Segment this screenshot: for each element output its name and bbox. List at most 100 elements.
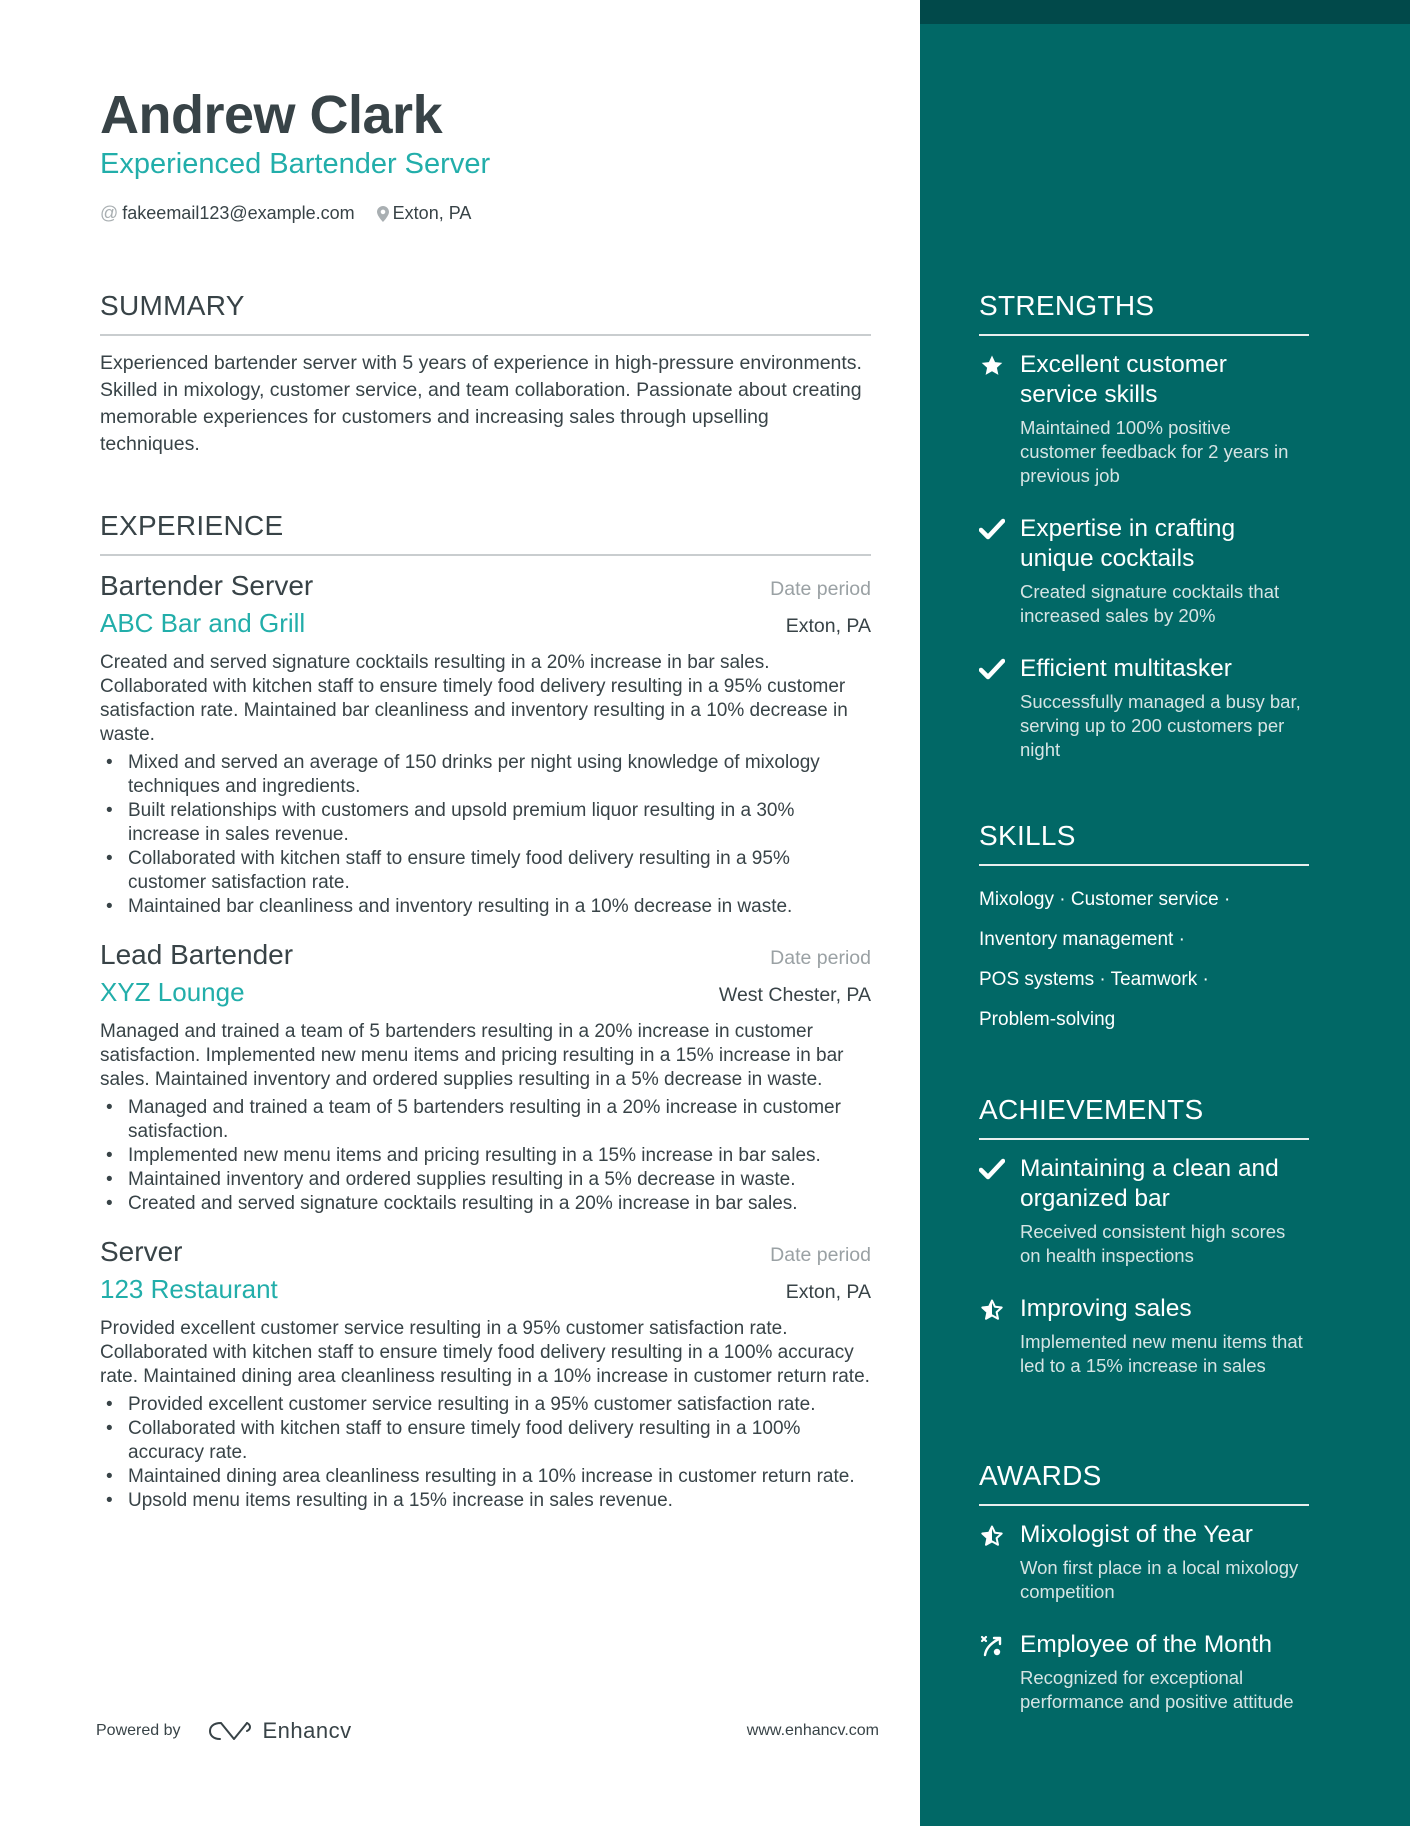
job-description: Managed and trained a team of 5 bartende… xyxy=(100,1021,844,1090)
sidebar: STRENGTHS Excellent customer service ski… xyxy=(920,0,1410,1826)
skills-line: Inventory management · xyxy=(979,929,1185,950)
strength-title: Efficient multitasker xyxy=(1020,655,1232,682)
job-location: Exton, PA xyxy=(785,615,871,637)
check-icon xyxy=(979,514,1020,628)
job-bullet: Managed and trained a team of 5 bartende… xyxy=(100,1096,871,1144)
job-title: Lead Bartender xyxy=(100,939,294,970)
job-entry: Bartender Server Date period ABC Bar and… xyxy=(100,570,871,919)
skills-divider xyxy=(979,864,1309,866)
job-bullet: Maintained bar cleanliness and inventory… xyxy=(100,895,871,919)
achievement-description: Implemented new menu items that led to a… xyxy=(1020,1331,1303,1376)
skills-line: Mixology · Customer service · xyxy=(979,889,1231,910)
awards-divider xyxy=(979,1504,1309,1506)
awards-section: AWARDS Mixologist of the Year Won first … xyxy=(979,1460,1309,1714)
job-bullet: Created and served signature cocktails r… xyxy=(100,1192,871,1216)
job-bullet: Maintained dining area cleanliness resul… xyxy=(100,1465,871,1489)
achievement-item: Improving sales Implemented new menu ite… xyxy=(979,1294,1309,1378)
job-bullet: Mixed and served an average of 150 drink… xyxy=(100,751,871,799)
job-bullet: Collaborated with kitchen staff to ensur… xyxy=(100,847,871,895)
email-text[interactable]: fakeemail123@example.com xyxy=(122,203,354,224)
summary-divider xyxy=(100,334,871,336)
powered-by-label: Powered by xyxy=(96,1722,181,1739)
job-bullet: Maintained inventory and ordered supplie… xyxy=(100,1168,871,1192)
award-item: Mixologist of the Year Won first place i… xyxy=(979,1520,1309,1604)
enhancv-brand-name: Enhancv xyxy=(262,1718,352,1743)
achievements-heading: ACHIEVEMENTS xyxy=(979,1094,1204,1125)
contact-email: @ fakeemail123@example.com xyxy=(100,203,355,224)
strengths-section: STRENGTHS Excellent customer service ski… xyxy=(979,290,1309,762)
job-date: Date period xyxy=(770,578,871,600)
achievement-item: Maintaining a clean and organized bar Re… xyxy=(979,1154,1309,1268)
candidate-name: Andrew Clark xyxy=(100,85,443,145)
check-icon xyxy=(979,654,1020,762)
enhancv-logo[interactable]: Enhancv xyxy=(207,1718,352,1744)
job-location: Exton, PA xyxy=(785,1281,871,1303)
check-icon xyxy=(979,1154,1020,1268)
footer-branding: Powered by Enhancv xyxy=(96,1718,352,1744)
job-bullet: Built relationships with customers and u… xyxy=(100,799,871,847)
strength-description: Successfully managed a busy bar, serving… xyxy=(1020,691,1301,760)
job-date: Date period xyxy=(770,1244,871,1266)
award-title: Employee of the Month xyxy=(1020,1631,1272,1658)
summary-heading: SUMMARY xyxy=(100,290,245,321)
achievements-divider xyxy=(979,1138,1309,1140)
contact-info: @ fakeemail123@example.com Exton, PA xyxy=(100,203,493,224)
job-entry: Server Date period 123 Restaurant Exton,… xyxy=(100,1236,871,1513)
strengths-heading: STRENGTHS xyxy=(979,290,1155,321)
summary-text: Experienced bartender server with 5 year… xyxy=(100,352,862,455)
candidate-headline: Experienced Bartender Server xyxy=(100,148,491,180)
strength-title: Expertise in crafting unique cocktails xyxy=(1020,515,1236,572)
at-icon: @ xyxy=(100,203,119,223)
strength-item: Efficient multitasker Successfully manag… xyxy=(979,654,1309,762)
location-text: Exton, PA xyxy=(392,203,472,223)
award-item: Employee of the Month Recognized for exc… xyxy=(979,1630,1309,1714)
strength-item: Excellent customer service skills Mainta… xyxy=(979,350,1309,488)
job-title: Bartender Server xyxy=(100,570,314,601)
achievement-title: Improving sales xyxy=(1020,1295,1192,1322)
achievement-description: Received consistent high scores on healt… xyxy=(1020,1221,1286,1266)
half-star-icon xyxy=(979,1520,1020,1604)
award-description: Won first place in a local mixology comp… xyxy=(1020,1557,1299,1602)
strategy-icon xyxy=(979,1630,1020,1714)
achievements-section: ACHIEVEMENTS Maintaining a clean and org… xyxy=(979,1094,1309,1378)
map-pin-icon xyxy=(376,205,389,222)
job-date: Date period xyxy=(770,947,871,969)
strengths-divider xyxy=(979,334,1309,336)
job-bullets: Provided excellent customer service resu… xyxy=(100,1393,871,1513)
half-star-icon xyxy=(979,1294,1020,1378)
experience-section: EXPERIENCE Bartender Server Date period … xyxy=(100,510,871,1513)
achievement-title: Maintaining a clean and organized bar xyxy=(1020,1155,1279,1212)
job-description: Provided excellent customer service resu… xyxy=(100,1318,870,1387)
contact-location: Exton, PA xyxy=(376,203,472,224)
experience-heading: EXPERIENCE xyxy=(100,510,284,541)
award-description: Recognized for exceptional performance a… xyxy=(1020,1667,1294,1712)
award-title: Mixologist of the Year xyxy=(1020,1521,1253,1548)
job-title: Server xyxy=(100,1236,183,1267)
skills-line: POS systems · Teamwork · xyxy=(979,969,1209,990)
experience-divider xyxy=(100,554,871,556)
awards-heading: AWARDS xyxy=(979,1460,1102,1491)
strength-title: Excellent customer service skills xyxy=(1020,351,1227,408)
job-bullet: Provided excellent customer service resu… xyxy=(100,1393,871,1417)
sidebar-top-band xyxy=(920,0,1410,24)
skills-list: Mixology · Customer service · Inventory … xyxy=(979,880,1309,1040)
strength-item: Expertise in crafting unique cocktails C… xyxy=(979,514,1309,628)
job-bullet: Upsold menu items resulting in a 15% inc… xyxy=(100,1489,871,1513)
job-description: Created and served signature cocktails r… xyxy=(100,652,848,745)
job-company: 123 Restaurant xyxy=(100,1274,278,1304)
job-location: West Chester, PA xyxy=(718,984,871,1006)
job-entry: Lead Bartender Date period XYZ Lounge We… xyxy=(100,939,871,1216)
strength-description: Maintained 100% positive customer feedba… xyxy=(1020,417,1289,486)
job-company: ABC Bar and Grill xyxy=(100,608,306,638)
job-bullet: Collaborated with kitchen staff to ensur… xyxy=(100,1417,871,1465)
strength-description: Created signature cocktails that increas… xyxy=(1020,581,1280,626)
star-icon xyxy=(979,350,1020,488)
skills-heading: SKILLS xyxy=(979,820,1076,851)
website-link[interactable]: www.enhancv.com xyxy=(747,1722,879,1740)
job-bullets: Mixed and served an average of 150 drink… xyxy=(100,751,871,919)
job-bullet: Implemented new menu items and pricing r… xyxy=(100,1144,871,1168)
enhancv-logo-icon xyxy=(208,1722,251,1740)
summary-section: SUMMARY Experienced bartender server wit… xyxy=(100,290,871,458)
job-company: XYZ Lounge xyxy=(100,977,245,1007)
skills-section: SKILLS Mixology · Customer service · Inv… xyxy=(979,820,1309,1040)
